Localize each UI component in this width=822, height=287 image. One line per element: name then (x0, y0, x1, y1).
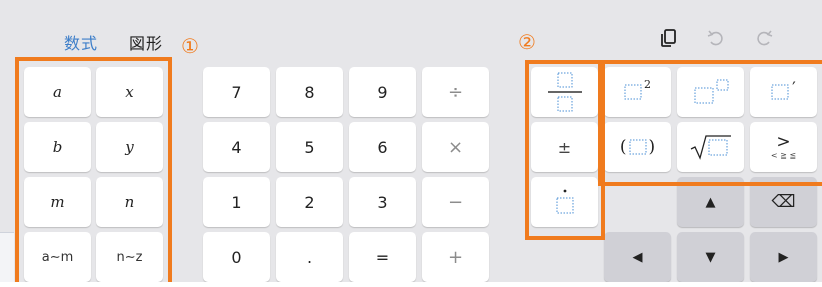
key-inequality[interactable]: > < ≧ ≦ (750, 122, 817, 172)
key-6[interactable]: 6 (349, 122, 416, 172)
exponent-two: 2 (644, 77, 651, 91)
annotation-two: ② (518, 30, 536, 54)
key-2[interactable]: 2 (276, 177, 343, 227)
undo-icon[interactable] (705, 27, 727, 49)
key-arrow-right[interactable]: ▶ (750, 232, 817, 282)
recurring-dot-icon (556, 189, 573, 214)
key-7[interactable]: 7 (203, 67, 270, 117)
placeholder-box-icon (771, 84, 789, 100)
annotation-one: ① (181, 34, 199, 58)
key-plus-minus[interactable]: ± (531, 122, 598, 172)
key-4[interactable]: 4 (203, 122, 270, 172)
key-3[interactable]: 3 (349, 177, 416, 227)
key-arrow-down[interactable]: ▼ (677, 232, 744, 282)
key-9[interactable]: 9 (349, 67, 416, 117)
key-prime[interactable]: ′ (750, 67, 817, 117)
sqrt-icon (690, 135, 731, 160)
key-a[interactable]: a (24, 67, 91, 117)
key-parentheses[interactable]: ( ) (604, 122, 671, 172)
key-recurring-decimal[interactable] (531, 177, 598, 227)
power-icon (694, 79, 728, 104)
tab-math[interactable]: 数式 (64, 30, 98, 54)
tab-geometry[interactable]: 図形 (129, 30, 163, 54)
key-arrow-left[interactable]: ◀ (604, 232, 671, 282)
key-equals[interactable]: = (349, 232, 416, 282)
bottom-edge (0, 282, 822, 287)
key-range-a-m[interactable]: a∼m (24, 232, 91, 282)
redo-icon[interactable] (753, 27, 775, 49)
key-5[interactable]: 5 (276, 122, 343, 172)
key-minus[interactable]: − (422, 177, 489, 227)
key-squared[interactable]: 2 (604, 67, 671, 117)
placeholder-box-icon (624, 84, 642, 100)
fraction-icon (547, 72, 582, 112)
key-8[interactable]: 8 (276, 67, 343, 117)
key-0[interactable]: 0 (203, 232, 270, 282)
compare-options: < ≧ ≦ (770, 151, 797, 160)
key-1[interactable]: 1 (203, 177, 270, 227)
key-backspace[interactable]: ⌫ (750, 177, 817, 227)
key-x[interactable]: x (96, 67, 163, 117)
key-range-n-z[interactable]: n∼z (96, 232, 163, 282)
key-dot[interactable]: . (276, 232, 343, 282)
open-paren: ( (619, 137, 627, 157)
greater-than: > (776, 132, 791, 152)
left-edge-strip (0, 232, 14, 287)
key-fraction[interactable] (531, 67, 598, 117)
key-multiply[interactable]: × (422, 122, 489, 172)
key-n[interactable]: n (96, 177, 163, 227)
placeholder-box-icon (629, 139, 646, 155)
key-power[interactable] (677, 67, 744, 117)
copy-icon[interactable] (658, 27, 680, 49)
math-keyboard-panel: 数式 図形 ① ② a x b y m n a∼m n∼z 7 8 9 ÷ 4 … (0, 0, 822, 287)
key-y[interactable]: y (96, 122, 163, 172)
key-arrow-up[interactable]: ▲ (677, 177, 744, 227)
key-sqrt[interactable] (677, 122, 744, 172)
prime-mark: ′ (792, 77, 796, 97)
key-plus[interactable]: + (422, 232, 489, 282)
key-b[interactable]: b (24, 122, 91, 172)
key-m[interactable]: m (24, 177, 91, 227)
close-paren: ) (648, 137, 656, 157)
key-divide[interactable]: ÷ (422, 67, 489, 117)
